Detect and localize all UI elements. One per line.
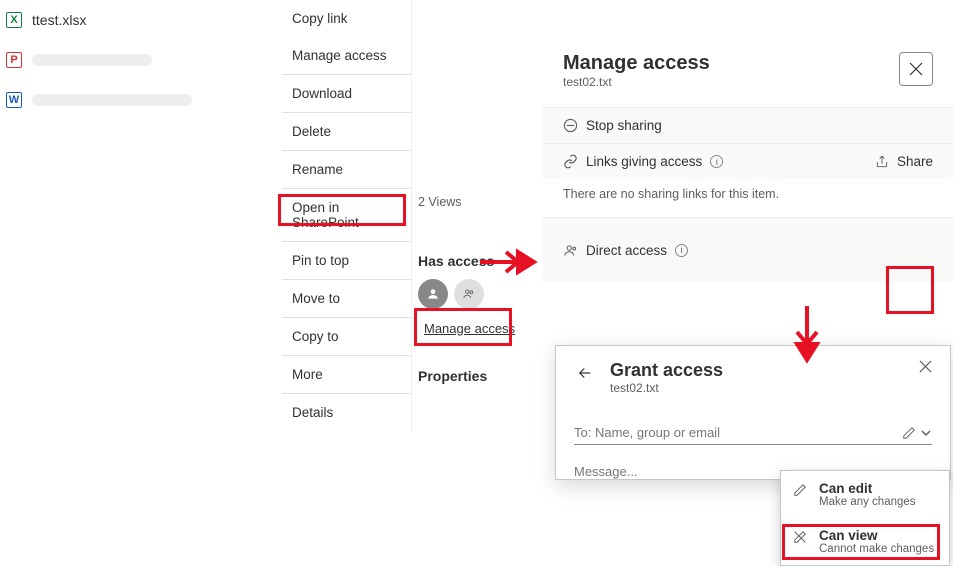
share-button[interactable]: Share [897, 154, 933, 169]
perm-sub: Cannot make changes [819, 543, 934, 555]
direct-access-label: Direct access [586, 243, 667, 258]
pdf-icon: P [6, 52, 22, 68]
popup-title: Grant access [610, 360, 723, 381]
panel-title: Manage access [563, 52, 710, 75]
arrow-left-icon [576, 364, 594, 382]
ctx-more[interactable]: More [282, 356, 411, 393]
no-edit-icon [793, 528, 809, 555]
ctx-copy-link[interactable]: Copy link [282, 0, 411, 37]
ctx-rename[interactable]: Rename [282, 151, 411, 188]
permission-selector[interactable] [902, 426, 932, 440]
word-icon: W [6, 92, 22, 108]
info-icon[interactable]: i [710, 155, 723, 168]
popup-filename: test02.txt [610, 381, 723, 395]
file-row[interactable]: W [0, 80, 280, 120]
perm-sub: Make any changes [819, 496, 916, 508]
panel-filename: test02.txt [563, 75, 710, 89]
close-icon [919, 360, 932, 373]
context-menu: Copy link Manage access Download Delete … [282, 0, 412, 431]
stop-sharing-label: Stop sharing [586, 118, 662, 133]
close-button[interactable] [919, 360, 932, 378]
properties-heading: Properties [418, 368, 548, 384]
no-links-note: There are no sharing links for this item… [543, 179, 953, 217]
ctx-pin-top[interactable]: Pin to top [282, 242, 411, 279]
manage-access-panel: Manage access test02.txt Stop sharing Li… [543, 42, 953, 282]
message-input[interactable] [574, 464, 789, 479]
links-label: Links giving access [586, 154, 702, 169]
pencil-icon [902, 426, 916, 440]
perm-can-edit[interactable]: Can edit Make any changes [781, 471, 949, 518]
access-avatars [418, 279, 548, 309]
file-row[interactable]: P [0, 40, 280, 80]
avatar[interactable] [418, 279, 448, 309]
person-icon [563, 243, 578, 258]
recipients-input[interactable] [574, 425, 902, 440]
details-column: 2 Views Has access Manage access Propert… [418, 195, 548, 384]
avatar-group[interactable] [454, 279, 484, 309]
ctx-open-sharepoint[interactable]: Open in SharePoint [282, 189, 411, 241]
file-name: ttest.xlsx [32, 12, 86, 28]
ctx-move-to[interactable]: Move to [282, 280, 411, 317]
links-giving-access-row[interactable]: Links giving access i Share [543, 143, 953, 179]
back-button[interactable] [574, 360, 596, 382]
has-access-heading: Has access [418, 253, 548, 269]
add-direct-access-button[interactable] [889, 228, 933, 272]
permission-dropdown: Can edit Make any changes Can view Canno… [780, 470, 950, 566]
file-name-redacted [32, 94, 192, 106]
link-icon [563, 154, 578, 169]
plus-icon [902, 241, 920, 259]
file-name-redacted [32, 54, 152, 66]
excel-icon: X [6, 12, 22, 28]
ctx-manage-access[interactable]: Manage access [282, 37, 411, 74]
info-icon[interactable]: i [675, 244, 688, 257]
close-icon [909, 62, 923, 76]
ctx-download[interactable]: Download [282, 75, 411, 112]
ctx-copy-to[interactable]: Copy to [282, 318, 411, 355]
manage-access-link[interactable]: Manage access [418, 317, 548, 340]
grant-access-popup: Grant access test02.txt Can edit Make an… [555, 345, 951, 480]
perm-title: Can view [819, 528, 934, 543]
direct-access-row: Direct access i [543, 217, 953, 282]
file-list: X ttest.xlsx P W [0, 0, 280, 120]
file-row[interactable]: X ttest.xlsx [0, 0, 280, 40]
share-icon [875, 155, 889, 169]
chevron-down-icon [920, 427, 932, 439]
ctx-details[interactable]: Details [282, 394, 411, 431]
ctx-delete[interactable]: Delete [282, 113, 411, 150]
views-count: 2 Views [418, 195, 548, 209]
perm-can-view[interactable]: Can view Cannot make changes [781, 518, 949, 565]
close-button[interactable] [899, 52, 933, 86]
stop-sharing-row[interactable]: Stop sharing [543, 107, 953, 143]
perm-title: Can edit [819, 481, 916, 496]
stop-icon [563, 118, 578, 133]
recipients-field[interactable] [574, 421, 932, 445]
pencil-icon [793, 481, 809, 508]
